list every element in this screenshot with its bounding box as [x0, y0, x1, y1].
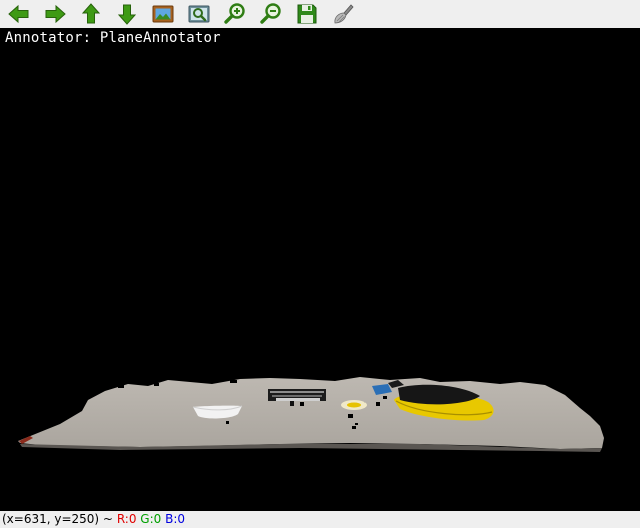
zoom-fit-icon [188, 5, 210, 23]
status-bar: (x=631, y=250) ~ R:0 G:0 B:0 [0, 511, 640, 528]
pan-down-button[interactable] [115, 2, 139, 26]
zoom-to-window-button[interactable] [151, 2, 175, 26]
toolbar [0, 0, 640, 28]
pan-right-button[interactable] [43, 2, 67, 26]
arrow-down-icon [117, 4, 137, 25]
zoom-fit-button[interactable] [187, 2, 211, 26]
floppy-disk-icon [297, 4, 317, 24]
picture-icon [152, 5, 174, 23]
arrow-up-icon [81, 3, 101, 24]
pan-left-button[interactable] [7, 2, 31, 26]
zoom-out-icon [260, 3, 281, 24]
pixel-red-value: R:0 [116, 512, 137, 526]
point-cloud-scene [18, 377, 604, 452]
cursor-coordinates: (x=631, y=250) ~ [2, 512, 113, 526]
save-image-button[interactable] [295, 2, 319, 26]
image-viewer-window: Annotator: PlaneAnnotator (x=631, y=250)… [0, 0, 640, 528]
pan-up-button[interactable] [79, 2, 103, 26]
table-plane [18, 377, 604, 449]
arrow-left-icon [8, 4, 29, 24]
zoom-out-button[interactable] [259, 2, 283, 26]
arrow-right-icon [45, 4, 66, 24]
brush-icon [334, 4, 354, 24]
pixel-green-value: G:0 [140, 512, 162, 526]
zoom-in-button[interactable] [223, 2, 247, 26]
image-canvas[interactable]: Annotator: PlaneAnnotator [0, 28, 640, 511]
properties-button[interactable] [331, 2, 355, 26]
zoom-in-icon [224, 3, 245, 24]
pixel-blue-value: B:0 [165, 512, 186, 526]
annotator-label: Annotator: PlaneAnnotator [5, 30, 221, 46]
yellow-cup [341, 400, 367, 410]
